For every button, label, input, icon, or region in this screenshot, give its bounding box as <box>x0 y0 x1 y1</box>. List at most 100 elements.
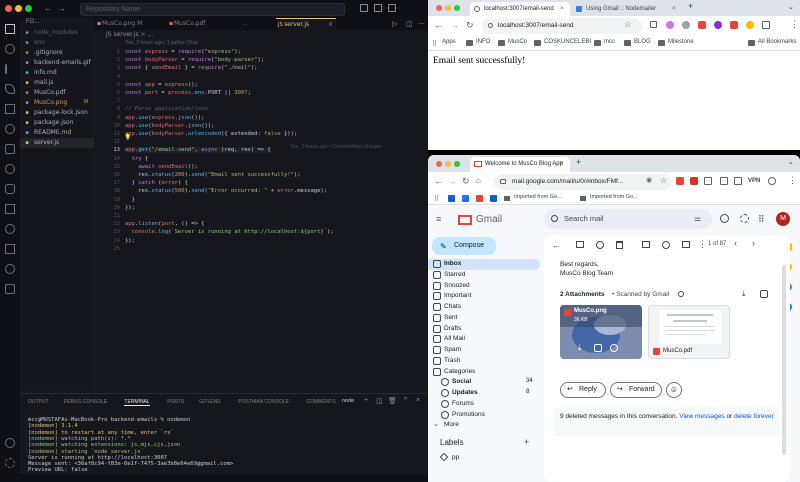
older-icon[interactable]: › <box>752 238 755 248</box>
bookmark-apps[interactable]: Apps <box>442 39 456 45</box>
add-label-icon[interactable]: + <box>524 437 529 447</box>
category-item[interactable]: Forums <box>436 399 540 410</box>
youtube-icon[interactable] <box>476 195 483 202</box>
menu-kebab-icon[interactable]: ⋮ <box>788 175 797 186</box>
extensions-puzzle-icon[interactable] <box>762 21 770 29</box>
file-item[interactable]: ■ README.md <box>20 128 94 138</box>
file-item[interactable]: ■ backend-emails.gif <box>20 58 94 68</box>
nav-item[interactable]: Sent <box>428 313 540 324</box>
attachment-musco-pdf[interactable]: MusCo.pdf <box>648 305 730 359</box>
edit-icon[interactable] <box>610 344 618 352</box>
forward-icon[interactable]: → <box>448 176 457 186</box>
database-icon[interactable] <box>5 204 15 214</box>
tab-nodemailer[interactable]: Using Gmail :: Nodemailer × <box>572 2 682 16</box>
maximize-window-button[interactable] <box>454 161 460 167</box>
file-item[interactable]: ■ mail.js <box>20 78 94 88</box>
back-icon[interactable]: ← <box>434 20 443 30</box>
explorer-icon[interactable] <box>5 24 15 34</box>
newer-icon[interactable]: ‹ <box>734 238 737 248</box>
testing-icon[interactable] <box>5 144 15 154</box>
maximize-panel-icon[interactable]: ^ <box>404 397 407 404</box>
search-options-icon[interactable]: ⚌ <box>694 209 701 229</box>
live-share-icon[interactable] <box>5 244 15 254</box>
settings-gear-icon[interactable] <box>740 214 749 223</box>
minimize-window-button[interactable] <box>445 161 451 167</box>
apps-grid-icon[interactable]: ⠿ <box>758 214 765 225</box>
breadcrumb[interactable]: JS server.js > ... <box>106 31 153 38</box>
info-icon[interactable] <box>678 291 684 297</box>
more-actions-icon[interactable]: ⋮ <box>698 239 707 250</box>
panel-tab[interactable]: COMMENTS <box>306 399 335 405</box>
mark-unread-icon[interactable] <box>642 241 650 248</box>
reload-icon[interactable]: ↻ <box>462 176 470 187</box>
layout-icon[interactable] <box>360 4 368 12</box>
bookmark-blog[interactable]: BLOG <box>634 39 651 45</box>
bookmark-coskuncelebi[interactable]: COSKUNCELEBI <box>544 39 591 45</box>
file-item[interactable]: ■ MusCo.pdf <box>20 88 94 98</box>
menu-kebab-icon[interactable]: ⋮ <box>790 19 799 30</box>
close-window-button[interactable] <box>5 5 12 12</box>
new-terminal-icon[interactable]: + <box>364 397 368 404</box>
linkedin-icon[interactable] <box>490 195 497 202</box>
back-icon[interactable]: ← <box>434 176 443 186</box>
snooze-icon[interactable] <box>662 241 670 249</box>
add-to-drive-icon[interactable] <box>760 290 768 298</box>
file-item[interactable]: ■ server.js <box>20 138 94 148</box>
facebook-icon[interactable] <box>462 195 469 202</box>
extension-icon[interactable] <box>698 21 706 29</box>
apps-grid-icon[interactable]: ⠿ <box>434 195 439 203</box>
gmail-brand[interactable]: Gmail <box>476 214 502 225</box>
split-terminal-icon[interactable]: ◫ <box>376 397 383 405</box>
close-tab-icon[interactable]: × <box>328 19 333 31</box>
nav-item[interactable]: Important <box>428 291 540 302</box>
source-control-icon[interactable] <box>5 64 15 74</box>
compose-button[interactable]: ✎ Compose <box>432 237 496 255</box>
bookmark-musco[interactable]: MusCo <box>508 39 527 45</box>
all-bookmarks[interactable]: All Bookmarks <box>758 39 796 45</box>
more-actions-icon[interactable]: ⋯ <box>418 20 425 28</box>
docker-icon[interactable] <box>5 184 15 194</box>
panel-tab[interactable]: POSTMAN CONSOLE <box>238 399 289 405</box>
search-icon[interactable] <box>551 215 558 222</box>
tab-overflow[interactable]: ... <box>234 18 264 30</box>
nav-item[interactable]: Categories <box>428 367 540 378</box>
help-icon[interactable] <box>720 214 729 223</box>
lightbulb-icon[interactable]: 💡 <box>124 134 131 141</box>
bookmark-mcc[interactable]: mcc <box>604 39 615 45</box>
bookmark-imported[interactable]: Imported from Go... <box>514 194 562 200</box>
extension-icon[interactable] <box>714 21 722 29</box>
address-bar[interactable]: localhost:3007/email-send <box>482 18 642 34</box>
window-icon[interactable] <box>734 177 742 185</box>
bookmark-milestone[interactable]: Milestone <box>668 39 694 45</box>
add-to-drive-icon[interactable] <box>594 344 602 352</box>
minimize-window-button[interactable] <box>445 5 451 11</box>
tab-musco-png[interactable]: ▪ MusCo.png M <box>94 18 166 30</box>
file-item[interactable]: ■ .gitignore <box>20 48 94 58</box>
close-window-button[interactable] <box>436 5 442 11</box>
attachment-musco-png[interactable]: MusCo.png 36 KB ⤓ <box>560 305 642 359</box>
home-icon[interactable]: ⌂ <box>476 176 481 185</box>
site-info-icon[interactable] <box>488 23 493 28</box>
settings-gear-icon[interactable] <box>5 458 15 468</box>
tab-gmail[interactable]: Welcome to MusCo Blog App × <box>470 157 570 172</box>
nav-item[interactable]: Spam <box>428 345 540 356</box>
remote-icon[interactable] <box>5 124 15 134</box>
back-to-inbox-icon[interactable]: ← <box>552 240 561 250</box>
reply-button[interactable]: ↩ Reply <box>560 382 606 398</box>
new-tab-button[interactable]: + <box>576 157 581 167</box>
apps-grid-icon[interactable]: ⠿ <box>432 40 437 48</box>
close-tab-icon[interactable]: × <box>560 157 564 172</box>
postman-icon[interactable] <box>5 224 15 234</box>
tab-search-icon[interactable]: ⌄ <box>788 3 794 11</box>
tab-musco-pdf[interactable]: ▪ MusCo.pdf <box>166 18 234 30</box>
extension-icon[interactable] <box>666 21 674 29</box>
search-mail-input[interactable]: Search mail ⚌ <box>544 209 712 229</box>
vpn-badge[interactable]: VPN <box>748 178 760 184</box>
forward-icon[interactable]: → <box>450 20 459 30</box>
bookmark-imported[interactable]: Imported from Go... <box>590 194 638 200</box>
file-item[interactable]: ■ package-lock.json <box>20 108 94 118</box>
bookmark-star-icon[interactable]: ☆ <box>660 176 667 185</box>
extension-icon[interactable] <box>682 21 690 29</box>
site-info-icon[interactable] <box>500 179 506 184</box>
main-menu-icon[interactable]: ≡ <box>436 214 441 224</box>
